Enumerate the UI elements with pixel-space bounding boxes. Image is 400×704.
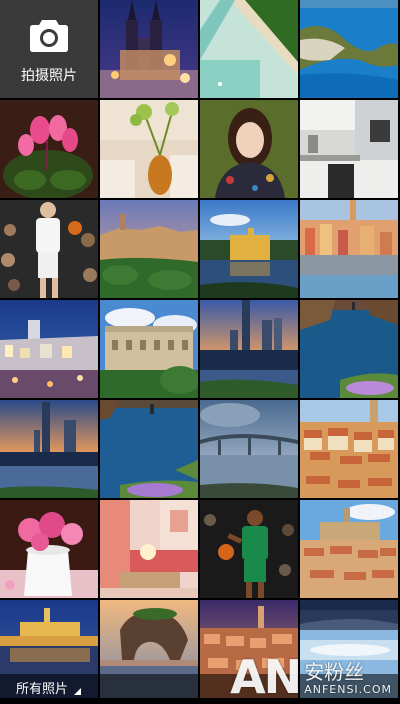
photo-palace-cloudy-sky[interactable] bbox=[100, 300, 198, 398]
photo-bridge-river[interactable] bbox=[200, 400, 298, 498]
photo-modern-kitchen[interactable] bbox=[300, 100, 398, 198]
photo-cathedral-town[interactable] bbox=[300, 500, 398, 598]
dropdown-triangle-icon bbox=[74, 687, 82, 695]
photo-beach-aerial[interactable] bbox=[200, 0, 298, 98]
photo-grid: 拍摄照片 bbox=[0, 0, 400, 700]
photo-city-skyline-dusk[interactable] bbox=[200, 300, 298, 398]
photo-coastal-town[interactable] bbox=[300, 200, 398, 298]
album-selector[interactable]: 所有照片 bbox=[16, 678, 82, 697]
photo-pink-living-room[interactable] bbox=[100, 500, 198, 598]
photo-castle-river-sunset[interactable] bbox=[200, 200, 298, 298]
photo-old-town-rooftops[interactable] bbox=[300, 400, 398, 498]
photo-skyline-river-dusk[interactable] bbox=[0, 400, 98, 498]
photo-basketball-player-white[interactable] bbox=[0, 200, 98, 298]
bottom-bar: 所有照片 bbox=[0, 674, 400, 700]
photo-city-night-bay[interactable] bbox=[0, 300, 98, 398]
camera-icon bbox=[30, 20, 68, 52]
photo-prague-church-night[interactable] bbox=[100, 0, 198, 98]
photo-peonies-white-vase[interactable] bbox=[0, 500, 98, 598]
photo-woman-portrait[interactable] bbox=[200, 100, 298, 198]
photo-basketball-player-green[interactable] bbox=[200, 500, 298, 598]
photo-hilltop-village[interactable] bbox=[100, 200, 198, 298]
take-photo-button[interactable]: 拍摄照片 bbox=[0, 0, 98, 98]
photo-fjord-cliffs[interactable] bbox=[300, 300, 398, 398]
photo-zakynthos-cove[interactable] bbox=[300, 0, 398, 98]
photo-vase-sofa[interactable] bbox=[100, 100, 198, 198]
take-photo-label: 拍摄照片 bbox=[21, 68, 77, 84]
photo-sea-rock-island[interactable] bbox=[100, 400, 198, 498]
album-selector-label: 所有照片 bbox=[16, 681, 69, 697]
photo-pink-cyclamen[interactable] bbox=[0, 100, 98, 198]
